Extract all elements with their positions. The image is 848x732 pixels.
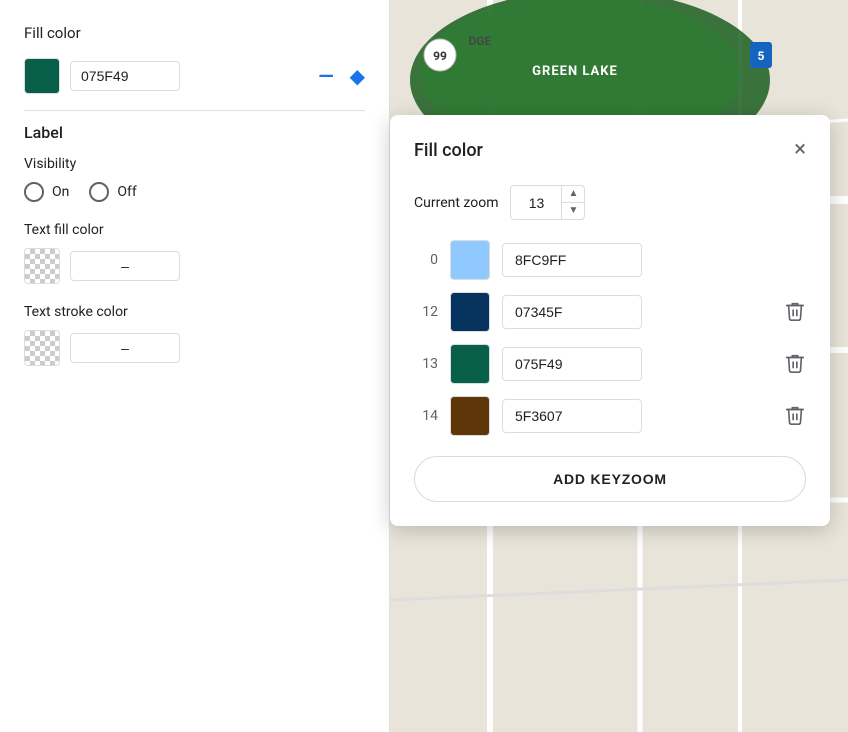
left-panel: Fill color — ◆ Label Visibility On Off T… <box>0 0 390 732</box>
color-input-12[interactable] <box>502 295 642 329</box>
popup-title: Fill color <box>414 140 483 161</box>
radio-on-label: On <box>52 184 69 200</box>
zoom-num-13: 13 <box>414 356 438 372</box>
label-section-heading: Label <box>24 123 365 142</box>
text-stroke-color-input[interactable] <box>70 333 180 363</box>
text-fill-color-swatch[interactable] <box>24 248 60 284</box>
svg-text:5: 5 <box>758 49 765 63</box>
fill-color-input[interactable] <box>70 61 180 91</box>
color-swatch-14[interactable] <box>450 396 490 436</box>
zoom-up-arrow[interactable]: ▲ <box>562 186 584 203</box>
divider-1 <box>24 110 365 111</box>
text-fill-color-input[interactable] <box>70 251 180 281</box>
svg-text:GREEN LAKE: GREEN LAKE <box>532 64 618 79</box>
zoom-input-wrap[interactable]: ▲ ▼ <box>510 185 585 220</box>
text-stroke-color-swatch[interactable] <box>24 330 60 366</box>
zoom-num-0: 0 <box>414 252 438 268</box>
keyzoom-diamond-icon[interactable]: ◆ <box>350 64 365 88</box>
zoom-num-12: 12 <box>414 304 438 320</box>
visibility-radio-group: On Off <box>24 182 365 202</box>
color-input-14[interactable] <box>502 399 642 433</box>
close-button[interactable]: × <box>794 139 806 161</box>
zoom-value-input[interactable] <box>511 189 561 217</box>
zoom-down-arrow[interactable]: ▼ <box>562 203 584 219</box>
svg-text:99: 99 <box>433 49 447 63</box>
delete-button-12[interactable] <box>784 300 806 325</box>
color-row-13: 13 <box>414 344 806 384</box>
zoom-num-14: 14 <box>414 408 438 424</box>
color-swatch-0[interactable] <box>450 240 490 280</box>
radio-off-label: Off <box>117 184 136 200</box>
visibility-label: Visibility <box>24 156 365 172</box>
radio-off-circle[interactable] <box>89 182 109 202</box>
svg-text:DGE: DGE <box>469 34 492 48</box>
current-zoom-row: Current zoom ▲ ▼ <box>414 185 806 220</box>
delete-button-13[interactable] <box>784 352 806 377</box>
fill-color-section-title: Fill color <box>24 24 365 42</box>
text-fill-color-row <box>24 248 365 284</box>
fill-color-swatch[interactable] <box>24 58 60 94</box>
fill-color-row: — ◆ <box>24 58 365 94</box>
fill-color-popup: Fill color × Current zoom ▲ ▼ 0 12 <box>390 115 830 526</box>
add-keyzoom-button[interactable]: ADD KEYZOOM <box>414 456 806 502</box>
zoom-arrows[interactable]: ▲ ▼ <box>561 186 584 219</box>
label-section: Label Visibility On Off Text fill color … <box>24 123 365 366</box>
color-swatch-12[interactable] <box>450 292 490 332</box>
text-stroke-color-row <box>24 330 365 366</box>
color-input-13[interactable] <box>502 347 642 381</box>
color-row-0: 0 <box>414 240 806 280</box>
text-stroke-color-label: Text stroke color <box>24 304 365 320</box>
color-row-14: 14 <box>414 396 806 436</box>
delete-button-14[interactable] <box>784 404 806 429</box>
popup-header: Fill color × <box>414 139 806 161</box>
collapse-icon[interactable]: — <box>318 66 333 86</box>
radio-on-circle[interactable] <box>24 182 44 202</box>
radio-on-option[interactable]: On <box>24 182 69 202</box>
current-zoom-label: Current zoom <box>414 195 498 211</box>
text-fill-color-label: Text fill color <box>24 222 365 238</box>
radio-off-option[interactable]: Off <box>89 182 136 202</box>
color-input-0[interactable] <box>502 243 642 277</box>
color-swatch-13[interactable] <box>450 344 490 384</box>
color-row-12: 12 <box>414 292 806 332</box>
